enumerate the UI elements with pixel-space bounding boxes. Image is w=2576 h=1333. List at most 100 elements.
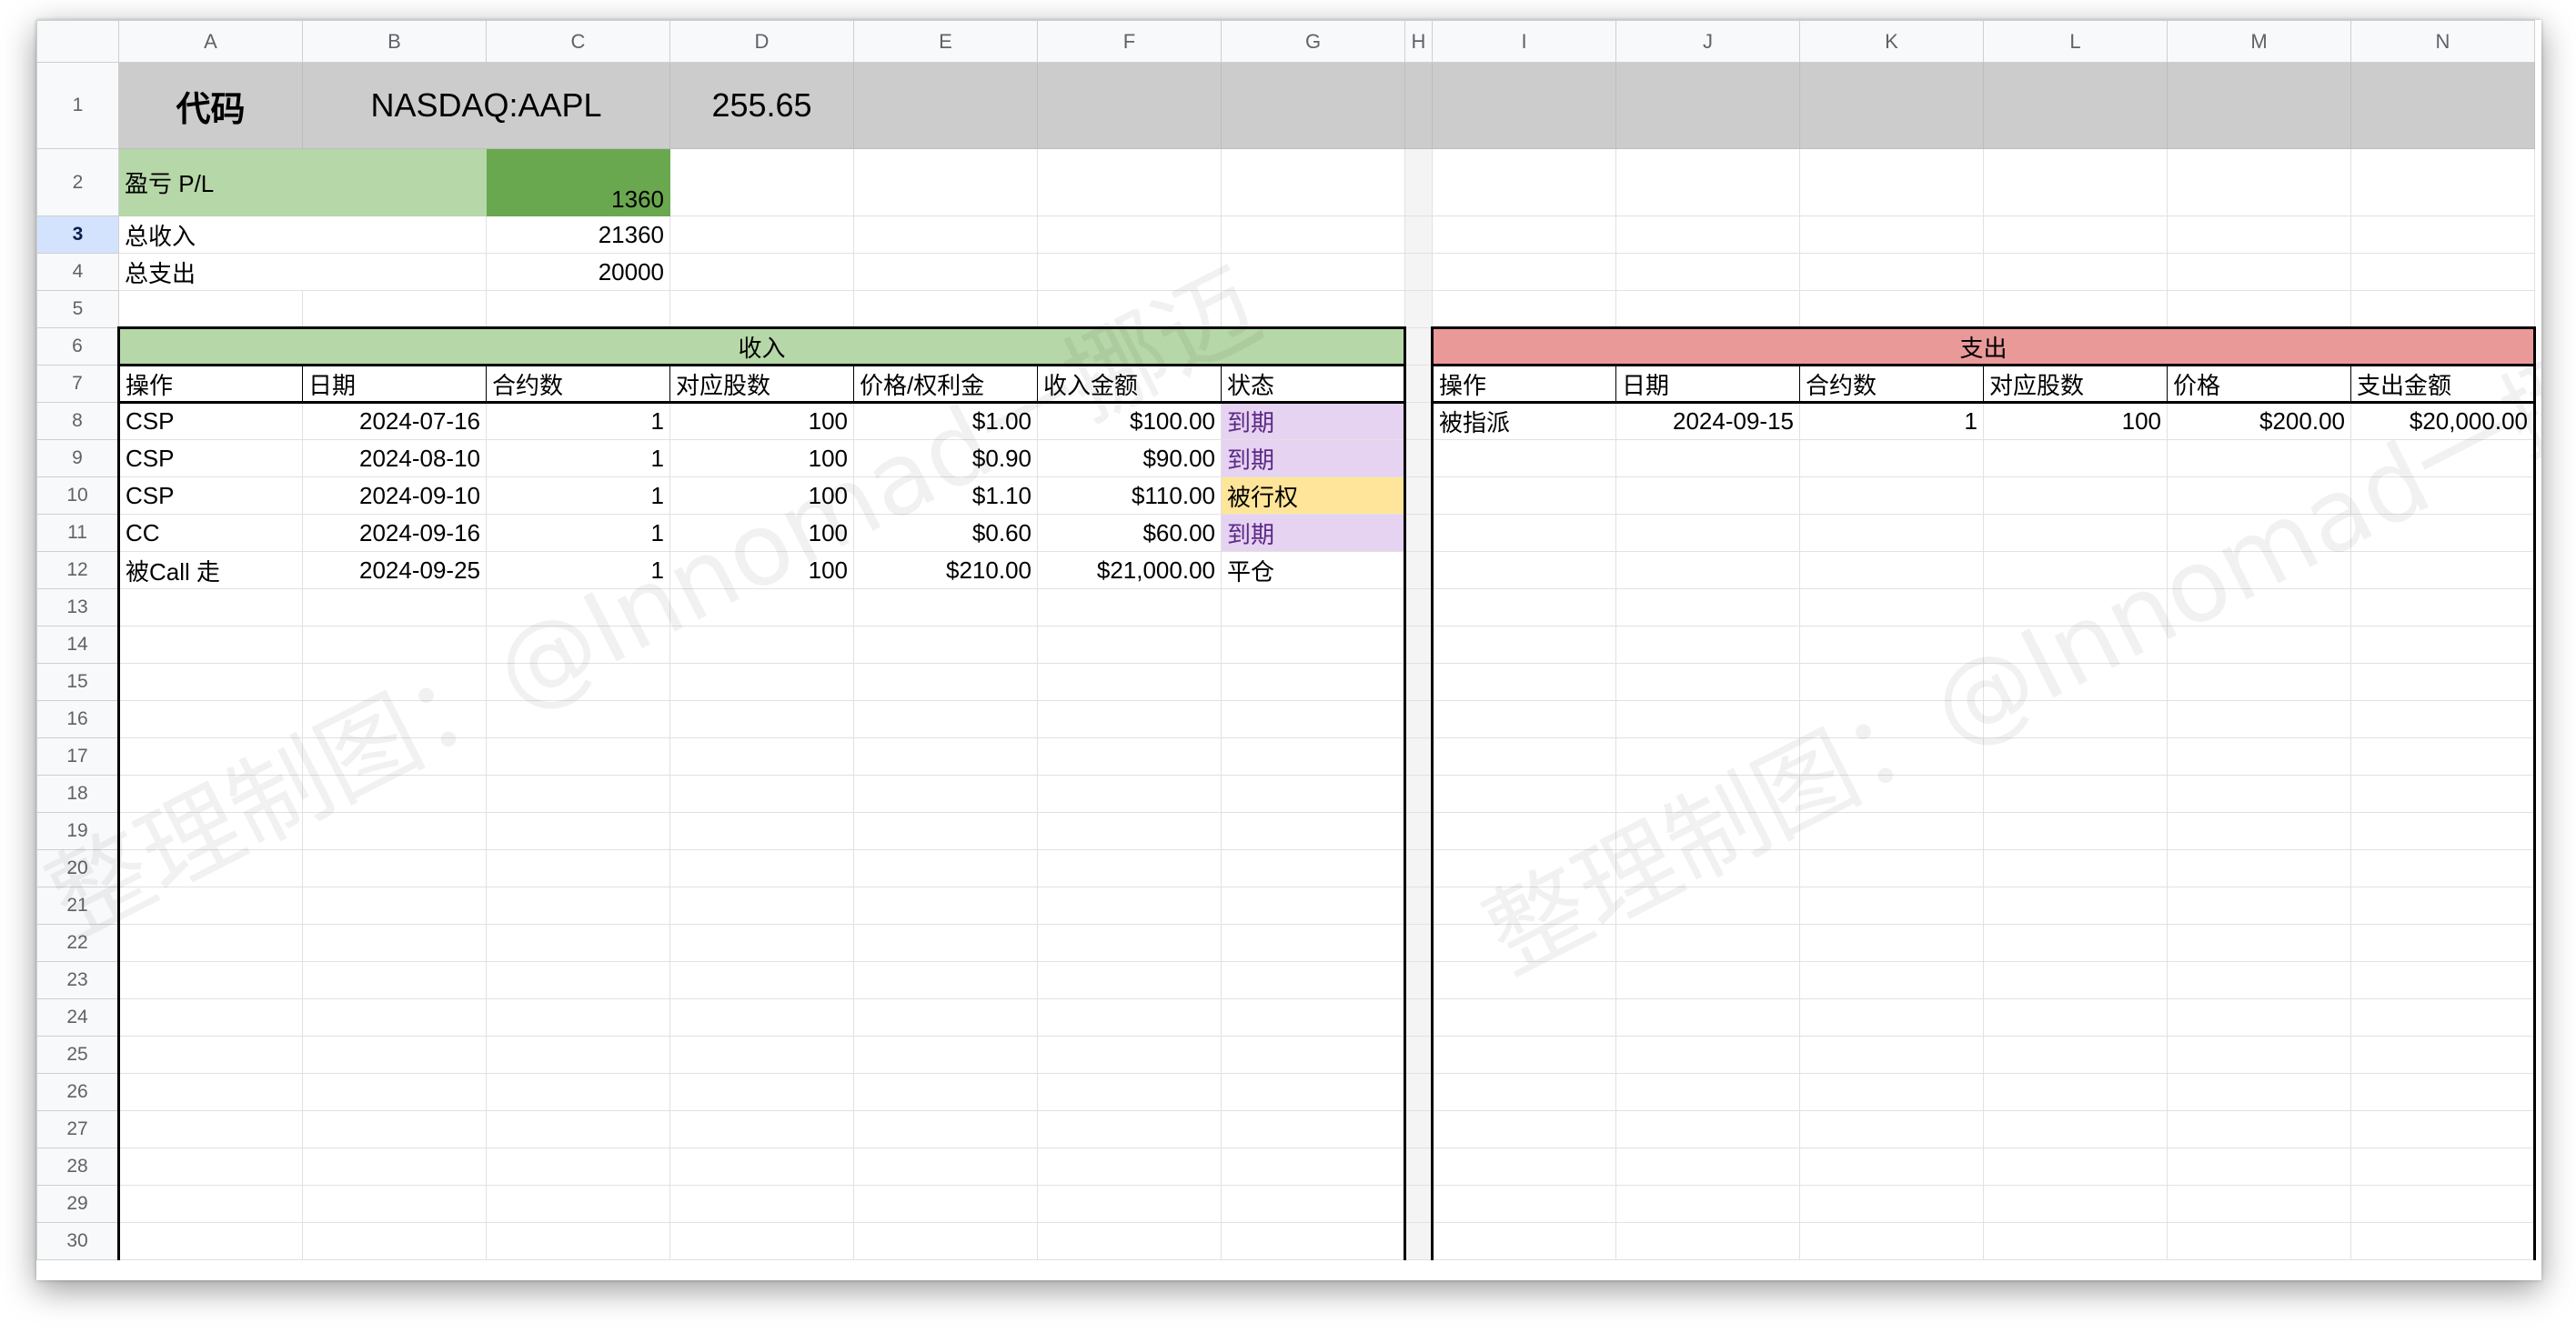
cell[interactable] [302,849,487,887]
cell[interactable] [1431,775,1616,813]
cell[interactable] [853,215,1038,254]
cell[interactable] [1615,588,1800,626]
cell[interactable] [1037,812,1222,850]
cell[interactable] [1799,62,1984,149]
row-header[interactable]: 22 [36,924,119,962]
cell[interactable] [1615,775,1800,813]
cell[interactable] [1432,253,1616,291]
cell[interactable] [486,1148,670,1186]
cell[interactable] [1221,626,1406,664]
cell[interactable] [669,1036,854,1074]
cell[interactable] [1615,1222,1800,1260]
cell[interactable] [1037,700,1222,738]
spreadsheet-grid[interactable]: A B C D E F G H I J K L M N 1 代码 NASDAQ:AAPL 255.65 2 盈亏 P/… [36,20,2536,1260]
cell[interactable] [1799,961,1984,999]
cell[interactable] [853,148,1038,216]
income-cell-price[interactable]: $210.00 [853,551,1038,589]
cell[interactable] [2350,775,2536,813]
cell[interactable] [2350,1073,2536,1111]
cell[interactable] [2167,148,2351,216]
cell[interactable] [1983,775,2168,813]
income-cell-action[interactable]: 被Call 走 [117,551,303,589]
income-cell-action[interactable]: CC [117,514,303,552]
cell[interactable] [1221,588,1406,626]
cell[interactable] [117,626,303,664]
cell[interactable] [1799,737,1984,776]
cell[interactable] [302,961,487,999]
cell[interactable] [1983,1110,2168,1148]
income-cell-amount[interactable]: $110.00 [1037,476,1222,515]
cell[interactable] [669,998,854,1037]
expense-cell-contracts[interactable]: 1 [1799,402,1984,440]
cell[interactable] [1983,849,2168,887]
cell[interactable] [1615,887,1800,925]
cell[interactable] [853,62,1038,149]
row-header[interactable]: 29 [36,1185,119,1223]
cell[interactable] [1615,998,1800,1037]
cell[interactable] [853,588,1038,626]
cell[interactable] [1799,812,1984,850]
income-cell-shares[interactable]: 100 [669,551,854,589]
cell[interactable] [1983,551,2168,589]
cell[interactable] [2350,1222,2536,1260]
expense-header-cell[interactable]: 支出金额 [2350,364,2536,404]
cell[interactable] [486,775,670,813]
income-cell-status[interactable]: 到期 [1221,402,1406,440]
cell[interactable] [1037,887,1222,925]
cell[interactable] [2350,253,2535,291]
income-cell-shares[interactable]: 100 [669,402,854,440]
total-income-value[interactable]: 21360 [486,215,670,254]
column-header-d[interactable]: D [669,20,854,63]
cell[interactable] [486,1185,670,1223]
total-expense-label[interactable]: 总支出 [118,253,487,291]
row-header[interactable]: 20 [36,849,119,887]
cell[interactable] [2350,148,2535,216]
cell[interactable] [2350,588,2536,626]
cell[interactable] [486,1110,670,1148]
column-header-k[interactable]: K [1799,20,1984,63]
cell[interactable] [2350,887,2536,925]
cell[interactable] [2350,700,2536,738]
cell[interactable] [1431,812,1616,850]
cell[interactable] [117,998,303,1037]
cell[interactable] [669,626,854,664]
income-header-cell[interactable]: 合约数 [486,364,670,404]
cell[interactable] [669,215,854,254]
cell[interactable] [2167,737,2351,776]
income-cell-amount[interactable]: $60.00 [1037,514,1222,552]
cell[interactable] [1431,924,1616,962]
cell[interactable] [486,663,670,701]
column-header-b[interactable]: B [302,20,487,63]
income-header-cell[interactable]: 价格/权利金 [853,364,1038,404]
cell[interactable] [1221,737,1406,776]
cell[interactable] [1983,588,2168,626]
cell[interactable] [1221,700,1406,738]
cell[interactable] [1799,551,1984,589]
cell[interactable] [853,626,1038,664]
column-header-j[interactable]: J [1615,20,1800,63]
income-cell-status[interactable]: 平仓 [1221,551,1406,589]
cell[interactable] [669,737,854,776]
expense-header-cell[interactable]: 对应股数 [1983,364,2168,404]
cell[interactable] [669,1185,854,1223]
cell[interactable] [669,588,854,626]
cell[interactable] [669,812,854,850]
cell[interactable] [1431,1185,1616,1223]
column-header-h[interactable]: H [1404,20,1433,63]
row-header[interactable]: 21 [36,887,119,925]
cell[interactable] [2167,663,2351,701]
income-cell-date[interactable]: 2024-09-25 [302,551,487,589]
cell[interactable] [486,1073,670,1111]
cell[interactable] [853,812,1038,850]
cell[interactable] [2167,887,2351,925]
cell[interactable] [2350,439,2536,477]
cell[interactable] [1431,514,1616,552]
income-cell-amount[interactable]: $100.00 [1037,402,1222,440]
cell[interactable] [1983,1073,2168,1111]
row-header[interactable]: 3 [36,215,119,254]
cell[interactable] [1799,626,1984,664]
cell[interactable] [1431,626,1616,664]
cell[interactable] [486,887,670,925]
cell[interactable] [1037,290,1222,328]
income-cell-contracts[interactable]: 1 [486,476,670,515]
